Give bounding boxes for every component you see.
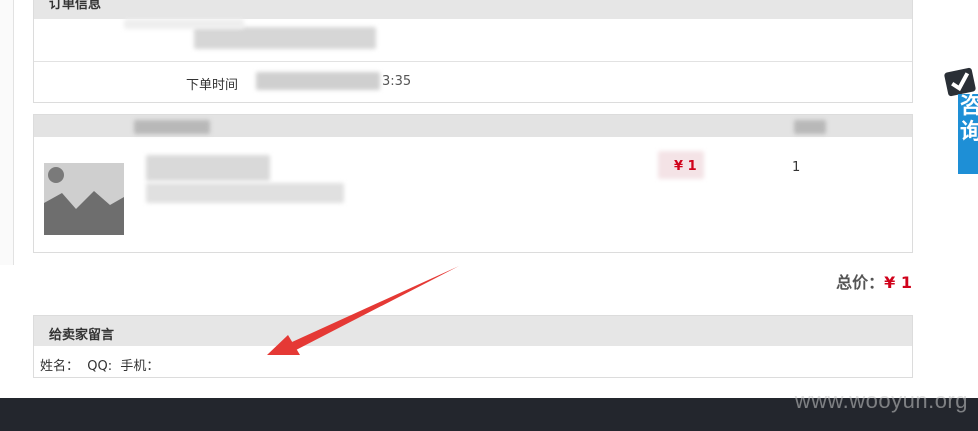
- redacted-product-spec: [146, 183, 344, 203]
- order-time-label: 下单时间: [186, 78, 239, 93]
- redacted-order-time: [256, 72, 380, 90]
- product-table-header: [34, 115, 912, 137]
- order-info-header: 订单信息: [34, 0, 912, 19]
- redacted-order-number: [194, 27, 376, 49]
- order-number-row: [34, 19, 912, 61]
- product-thumbnail[interactable]: [44, 163, 124, 235]
- order-info-title: 订单信息: [49, 0, 102, 12]
- product-quantity: 1: [792, 160, 801, 175]
- order-info-panel: 订单信息 下单时间 3:35: [33, 0, 913, 103]
- check-icon: [943, 67, 977, 97]
- redacted-column-name: [794, 120, 826, 134]
- redacted-product-name: [146, 155, 270, 181]
- order-time-row: 下单时间 3:35: [34, 61, 912, 102]
- image-placeholder-icon: [44, 163, 124, 235]
- watermark: www.wooyun.org: [794, 388, 968, 413]
- redacted-smear: [124, 19, 244, 29]
- consult-char-2: 询: [960, 120, 978, 145]
- seller-message-content: 姓名： QQ: 手机：: [40, 359, 160, 374]
- left-sidebar-edge: [0, 0, 14, 265]
- product-panel: ¥ 1 1: [33, 114, 913, 253]
- seller-message-title: 给卖家留言: [49, 328, 115, 343]
- order-total: 总价：¥ 1: [836, 269, 912, 293]
- consult-widget[interactable]: 咨 询: [943, 67, 978, 176]
- redacted-column-name: [134, 120, 210, 134]
- product-price: ¥ 1: [674, 159, 697, 174]
- total-label: 总价：: [836, 273, 885, 292]
- seller-message-panel: 给卖家留言 姓名： QQ: 手机：: [33, 315, 913, 378]
- order-time-value-tail: 3:35: [382, 74, 412, 89]
- seller-message-header: 给卖家留言: [34, 316, 912, 346]
- consult-button[interactable]: 咨 询: [958, 94, 978, 174]
- total-amount: ¥ 1: [884, 273, 912, 292]
- consult-char-1: 咨: [960, 94, 978, 119]
